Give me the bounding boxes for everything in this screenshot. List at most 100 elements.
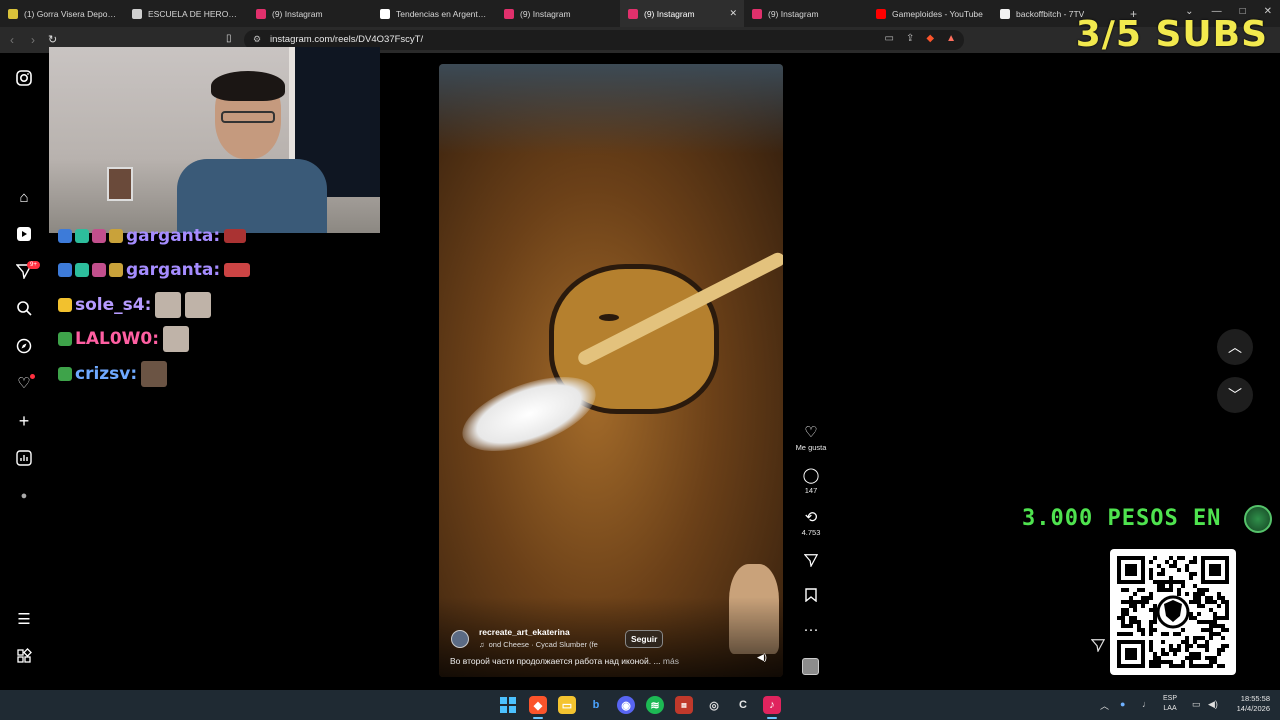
- menu-icon[interactable]: ☰: [14, 609, 34, 629]
- app-icon[interactable]: ▤: [675, 696, 693, 714]
- active-app-indicator: [767, 717, 777, 719]
- chat-emote: [224, 263, 251, 277]
- previous-reel-button[interactable]: ︿: [1217, 329, 1253, 365]
- site-info-icon[interactable]: ⚙: [253, 34, 261, 45]
- tab-title: (9) Instagram: [520, 8, 571, 19]
- save-button[interactable]: [790, 588, 832, 606]
- clock-date: 14/4/2026: [1236, 704, 1270, 713]
- reel-video[interactable]: recreate_art_ekaterina ♫ ond Cheese · Cy…: [439, 64, 783, 677]
- chat-message: sole_s4:: [58, 292, 212, 318]
- reel-audio[interactable]: ♫ ond Cheese · Cycad Slumber (fe: [479, 640, 598, 649]
- create-icon[interactable]: +: [14, 411, 34, 431]
- comment-icon: ◯: [802, 467, 820, 484]
- wifi-icon[interactable]: ▭: [1192, 699, 1201, 710]
- music-note-icon: ♫: [479, 640, 485, 649]
- browser-tab[interactable]: (1) Gorra Visera Deportiv: [0, 0, 124, 27]
- active-app-indicator: [533, 717, 543, 719]
- discord-icon[interactable]: ◉: [617, 696, 635, 714]
- browser-tab[interactable]: Tendencias en Argentina: [372, 0, 496, 27]
- microphone-icon[interactable]: ♩: [1142, 699, 1151, 709]
- volume-icon[interactable]: ◀): [1208, 699, 1218, 710]
- search-icon[interactable]: [14, 298, 34, 318]
- chat-badge-icon: [75, 263, 89, 277]
- tiktok-icon[interactable]: ♪: [763, 696, 781, 714]
- tab-title: Gameploides - YouTube: [892, 8, 983, 19]
- spotify-icon[interactable]: ≋: [646, 696, 664, 714]
- more-options-button[interactable]: ···: [790, 622, 832, 638]
- network-app-icon[interactable]: ●: [1120, 699, 1125, 709]
- follow-button[interactable]: Seguir: [625, 630, 664, 648]
- browser-tab[interactable]: (9) Instagram: [248, 0, 372, 27]
- reel-caption-text: Во второй части продолжается работа над …: [450, 656, 661, 666]
- cast-icon[interactable]: ▭: [885, 33, 894, 44]
- brave-shield-icon[interactable]: ◆: [926, 33, 934, 44]
- chat-badge-icon: [75, 229, 89, 243]
- windows-taskbar: ◆ ▭ b ◉ ≋ ▤ ◎ C ♪ ︿ ● ♩ ESP LAA ▭ ◀) 18:…: [0, 690, 1280, 720]
- chat-badge-icon: [109, 263, 123, 277]
- brave-rewards-icon[interactable]: ▲: [946, 33, 956, 44]
- forward-icon[interactable]: ›: [31, 33, 35, 47]
- bookmark-icon[interactable]: ▯: [226, 33, 232, 44]
- instagram-logo-icon[interactable]: [14, 68, 34, 88]
- reel-caption[interactable]: Во второй части продолжается работа над …: [450, 656, 679, 666]
- file-explorer-icon[interactable]: ▭: [558, 696, 576, 714]
- share-button[interactable]: [790, 553, 832, 571]
- reload-icon[interactable]: ↻: [48, 33, 57, 46]
- language-indicator[interactable]: ESP LAA: [1163, 694, 1177, 714]
- home-icon[interactable]: ⌂: [14, 187, 34, 207]
- chat-message: garganta:: [58, 260, 251, 280]
- ccleaner-icon[interactable]: C: [734, 696, 752, 714]
- chat-message: crizsv:: [58, 361, 168, 387]
- obs-icon[interactable]: ◎: [705, 696, 723, 714]
- explore-icon[interactable]: [14, 336, 34, 356]
- qr-code: [1110, 549, 1236, 675]
- send-icon: [790, 553, 832, 571]
- clock-time: 18:55:58: [1240, 694, 1270, 703]
- subscriber-badge-icon: [58, 367, 72, 381]
- subs-goal-overlay: 3/5 SUBS: [1075, 14, 1268, 55]
- share-icon[interactable]: ⇪: [906, 33, 914, 44]
- browser-tab[interactable]: (9) Instagram ✕: [620, 0, 744, 27]
- audio-thumbnail[interactable]: [802, 658, 819, 675]
- tab-favicon-icon: [256, 8, 266, 19]
- clock[interactable]: 18:55:58 14/4/2026: [1224, 694, 1270, 714]
- chat-badge-icon: [109, 229, 123, 243]
- browser-tab[interactable]: Gameploides - YouTube: [868, 0, 992, 27]
- author-username[interactable]: recreate_art_ekaterina: [479, 627, 570, 637]
- next-reel-button[interactable]: ﹀: [1217, 377, 1253, 413]
- back-icon[interactable]: ‹: [10, 33, 14, 47]
- bing-icon[interactable]: b: [587, 696, 605, 714]
- caption-more-link[interactable]: más: [663, 656, 679, 666]
- brave-browser-icon[interactable]: ◆: [529, 696, 547, 714]
- messages-badge: 9+: [27, 261, 40, 269]
- mute-icon[interactable]: ◀): [757, 652, 767, 663]
- chevron-down-icon: ﹀: [1228, 387, 1242, 403]
- tab-title: Tendencias en Argentina: [396, 8, 488, 19]
- subscriber-badge-icon: [58, 332, 72, 346]
- reels-icon[interactable]: [14, 224, 34, 244]
- tab-favicon-icon: [1000, 8, 1010, 19]
- start-icon[interactable]: [499, 696, 517, 714]
- browser-tab[interactable]: (9) Instagram: [496, 0, 620, 27]
- browser-tab[interactable]: (9) Instagram: [744, 0, 868, 27]
- profile-icon[interactable]: ●: [14, 486, 34, 506]
- tab-close-icon[interactable]: ✕: [729, 8, 737, 19]
- more-apps-icon[interactable]: [14, 646, 34, 666]
- tab-favicon-icon: [628, 8, 638, 19]
- tab-favicon-icon: [380, 8, 390, 19]
- repost-count: 4.753: [801, 528, 821, 537]
- tab-title: ESCUELA DE HEROES ELE: [148, 8, 240, 19]
- tab-title: (1) Gorra Visera Deportiv: [24, 8, 116, 19]
- chat-emote: [224, 229, 247, 243]
- author-avatar[interactable]: [451, 630, 469, 648]
- instagram-sidebar: ⌂ 9+ ♡ + ● ☰: [0, 53, 48, 690]
- browser-tab[interactable]: ESCUELA DE HEROES ELE: [124, 0, 248, 27]
- like-button[interactable]: ♡ Me gusta: [790, 425, 832, 453]
- tab-favicon-icon: [8, 8, 18, 19]
- messages-float-icon[interactable]: [1090, 638, 1106, 655]
- comment-button[interactable]: ◯ 147: [790, 467, 832, 496]
- dashboard-icon[interactable]: [14, 448, 34, 468]
- chat-username: LAL0W0:: [75, 329, 160, 349]
- repost-button[interactable]: ⟲ 4.753: [790, 510, 832, 538]
- tray-overflow-icon[interactable]: ︿: [1100, 699, 1109, 712]
